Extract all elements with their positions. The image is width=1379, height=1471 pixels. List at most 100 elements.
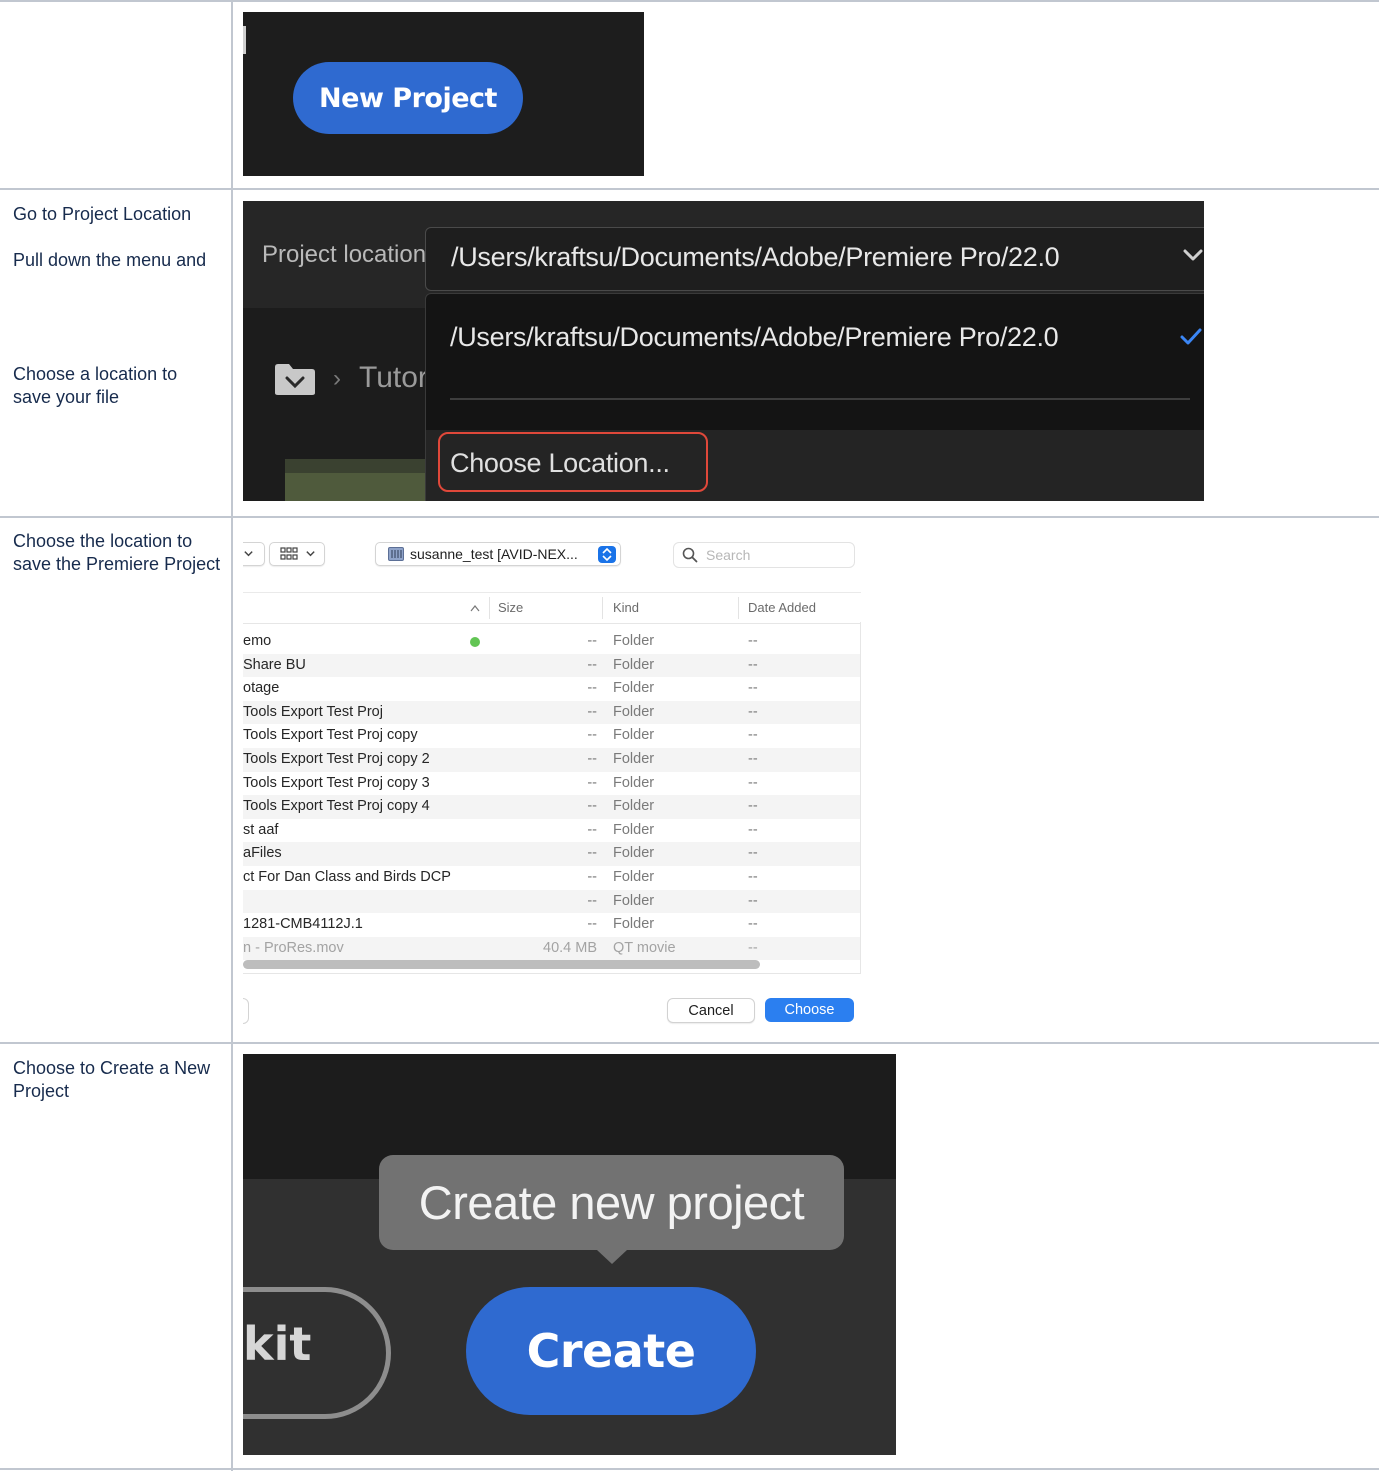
stepper-icon <box>598 546 616 563</box>
file-kind: Folder <box>613 892 655 909</box>
file-name: ct For Dan Class and Birds DCP <box>243 869 451 885</box>
horizontal-scrollbar[interactable] <box>243 960 760 969</box>
file-size: -- <box>587 774 597 791</box>
list-divider <box>243 973 861 974</box>
tooltip-pointer <box>597 1250 627 1264</box>
back-dropdown-button[interactable] <box>243 542 265 566</box>
file-date-added: -- <box>748 892 758 909</box>
file-date-added: -- <box>748 703 758 720</box>
file-name: n - ProRes.mov <box>243 939 344 956</box>
file-kind: Folder <box>613 798 655 815</box>
table-row[interactable]: 1281-CMB4112J.1 -- Folder -- <box>243 913 861 937</box>
new-project-button[interactable]: New Project <box>293 62 523 134</box>
file-date-added: -- <box>748 798 758 815</box>
new-project-screenshot: New Project <box>243 12 644 176</box>
file-name: Tools Export Test Proj copy <box>243 727 418 744</box>
column-separator <box>602 597 603 619</box>
table-row[interactable]: Tools Export Test Proj copy 3 -- Folder -- <box>243 772 861 796</box>
folder-icon <box>275 364 315 395</box>
location-dropdown-menu: /Users/kraftsu/Documents/Adobe/Premiere … <box>425 293 1204 501</box>
row-divider-2 <box>0 516 1379 518</box>
row-divider-3 <box>0 1042 1379 1044</box>
column-date-added[interactable]: Date Added <box>748 600 816 615</box>
tooltip: Create new project <box>379 1155 844 1250</box>
file-date-added: -- <box>748 680 758 697</box>
new-folder-button[interactable] <box>243 998 249 1024</box>
choose-location-label: Choose Location... <box>450 448 670 478</box>
file-kind: Folder <box>613 845 655 862</box>
file-date-added: -- <box>748 774 758 791</box>
column-header: Size Kind Date Added <box>243 592 861 624</box>
step2-instruction-1: Go to Project Location <box>13 204 192 224</box>
file-size: -- <box>587 633 597 649</box>
table-row[interactable]: aFiles -- Folder -- <box>243 842 861 866</box>
file-date-added: -- <box>748 727 758 744</box>
green-tag-icon <box>470 637 480 647</box>
table-row[interactable]: n - ProRes.mov 40.4 MB QT movie -- <box>243 936 861 961</box>
table-row[interactable]: emo -- Folder -- <box>243 630 861 654</box>
volume-name: susanne_test [AVID-NEX... <box>410 546 578 562</box>
breadcrumb-separator-icon: › <box>333 365 341 392</box>
view-options-button[interactable] <box>269 542 325 566</box>
search-input[interactable]: Search <box>673 542 855 568</box>
table-row[interactable]: Tools Export Test Proj copy 2 -- Folder -- <box>243 748 861 772</box>
file-size: -- <box>587 680 597 697</box>
file-kind: QT movie <box>613 939 676 956</box>
volume-popup[interactable]: susanne_test [AVID-NEX... <box>375 542 621 566</box>
breadcrumb[interactable]: Tutor <box>359 361 428 395</box>
cancel-button[interactable]: Cancel <box>667 998 755 1023</box>
table-row[interactable]: otage -- Folder -- <box>243 677 861 701</box>
file-date-added: -- <box>748 821 758 838</box>
file-date-added: -- <box>748 939 758 956</box>
file-date-added: -- <box>748 869 758 885</box>
file-name: st aaf <box>243 821 279 838</box>
tooltip-text: Create new project <box>418 1176 805 1229</box>
file-size: -- <box>587 703 597 720</box>
column-size[interactable]: Size <box>498 600 523 615</box>
chevron-down-icon <box>306 551 315 557</box>
table-border-top <box>0 0 1379 2</box>
file-kind: Folder <box>613 916 655 933</box>
file-date-added: -- <box>748 751 758 767</box>
menu-footer: Choose Location... <box>426 430 1204 501</box>
file-size: -- <box>587 845 597 862</box>
file-size: -- <box>587 869 597 885</box>
file-kind: Folder <box>613 774 655 791</box>
file-dialog-screenshot: susanne_test [AVID-NEX... Search Size Ki… <box>243 530 861 1030</box>
menu-item-current-path[interactable]: /Users/kraftsu/Documents/Adobe/Premiere … <box>450 322 1059 353</box>
row-divider-1 <box>0 188 1379 190</box>
step2-instruction-3: Choose a location to save your file <box>13 364 178 407</box>
file-name: aFiles <box>243 845 282 862</box>
location-row: Project location /Users/kraftsu/Document… <box>243 201 1204 308</box>
file-kind: Folder <box>613 869 655 885</box>
grid-view-icon <box>280 547 298 560</box>
file-kind: Folder <box>613 821 655 838</box>
step2-instruction-2: Pull down the menu and <box>13 250 207 270</box>
table-row[interactable]: Tools Export Test Proj copy 4 -- Folder -- <box>243 795 861 819</box>
search-icon <box>682 547 698 563</box>
table-border-bottom <box>0 1468 1379 1470</box>
sort-up-icon[interactable] <box>470 604 480 612</box>
file-name: Share BU <box>243 656 306 673</box>
file-name: 1281-CMB4112J.1 <box>243 916 363 933</box>
table-row[interactable]: Tools Export Test Proj -- Folder -- <box>243 700 861 725</box>
chevron-down-icon <box>244 551 253 557</box>
choose-button[interactable]: Choose <box>765 998 854 1022</box>
project-location-label: Project location <box>262 241 427 268</box>
column-kind[interactable]: Kind <box>613 600 639 615</box>
chevron-down-icon <box>1183 249 1203 261</box>
project-location-select[interactable]: /Users/kraftsu/Documents/Adobe/Premiere … <box>425 227 1204 291</box>
table-row[interactable]: Tools Export Test Proj copy -- Folder -- <box>243 724 861 748</box>
file-size: -- <box>587 656 597 673</box>
table-row[interactable]: ct For Dan Class and Birds DCP -- Folder -- <box>243 866 861 890</box>
file-kind: Folder <box>613 703 655 720</box>
column-separator <box>489 597 490 619</box>
table-row[interactable]: st aaf -- Folder -- <box>243 819 861 843</box>
table-divider-vertical <box>231 0 233 1471</box>
selected-path: /Users/kraftsu/Documents/Adobe/Premiere … <box>451 242 1060 272</box>
file-name: Tools Export Test Proj copy 4 <box>243 798 430 815</box>
create-button[interactable]: Create <box>466 1287 756 1415</box>
table-row[interactable]: Share BU -- Folder -- <box>243 653 861 678</box>
choose-location-item[interactable]: Choose Location... <box>438 432 708 492</box>
table-row[interactable]: -- Folder -- <box>243 889 861 914</box>
